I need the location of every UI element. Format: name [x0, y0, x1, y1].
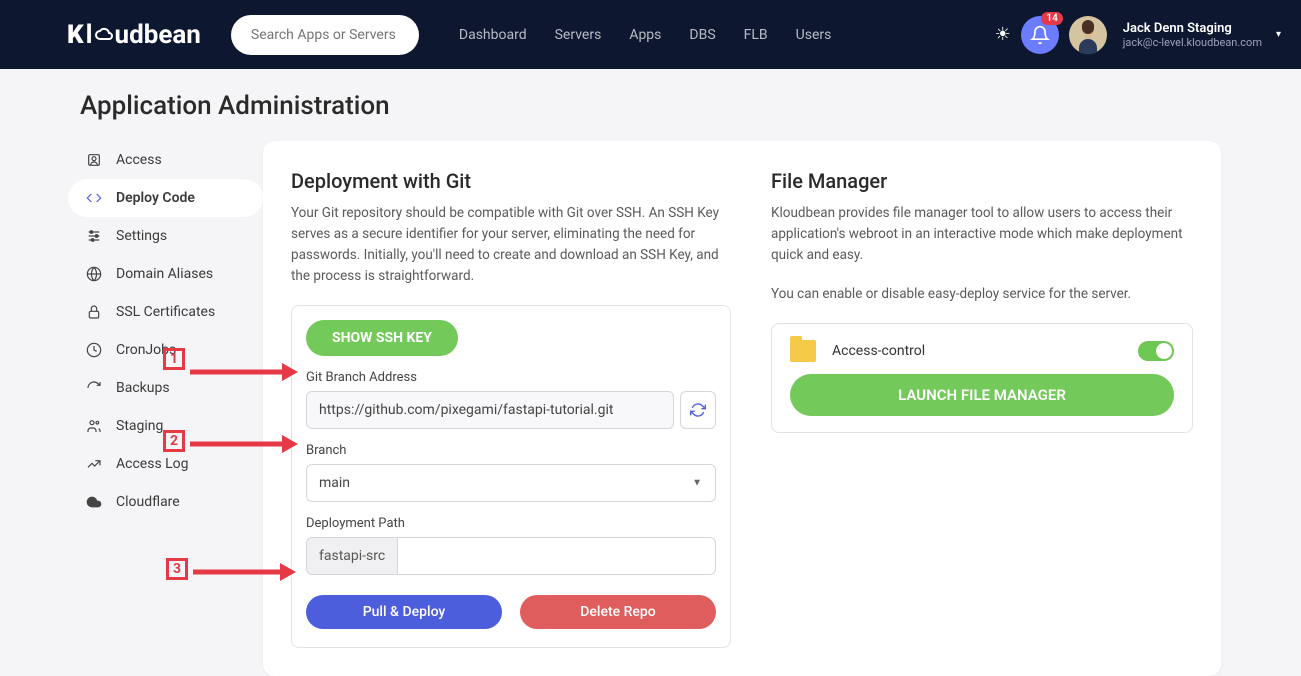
delete-repo-button[interactable]: Delete Repo	[520, 595, 716, 629]
pull-deploy-button[interactable]: Pull & Deploy	[306, 595, 502, 629]
show-ssh-key-button[interactable]: SHOW SSH KEY	[306, 320, 458, 356]
annotation-arrow-1	[190, 363, 298, 381]
nav-apps[interactable]: Apps	[629, 27, 661, 43]
filemgr-title: File Manager	[771, 169, 1193, 193]
filemgr-desc: Kloudbean provides file manager tool to …	[771, 203, 1193, 266]
sidebar-item-domain-aliases[interactable]: Domain Aliases	[68, 255, 263, 293]
deploy-desc: Your Git repository should be compatible…	[291, 203, 731, 287]
nav-dashboard[interactable]: Dashboard	[459, 27, 527, 43]
user-icon	[86, 152, 102, 168]
lock-icon	[86, 304, 102, 320]
staging-icon	[86, 418, 102, 434]
deploy-form: SHOW SSH KEY Git Branch Address Branch m…	[291, 305, 731, 648]
branch-select[interactable]: main	[306, 464, 716, 502]
annotation-box-2: 2	[163, 430, 185, 452]
notifications-button[interactable]: 14	[1021, 16, 1059, 54]
sidebar-item-cloudflare[interactable]: Cloudflare	[68, 483, 263, 521]
sidebar-item-ssl[interactable]: SSL Certificates	[68, 293, 263, 331]
refresh-icon	[690, 402, 706, 418]
nav-servers[interactable]: Servers	[555, 27, 602, 43]
settings-icon	[86, 228, 102, 244]
sidebar: Access Deploy Code Settings Domain Alias…	[68, 141, 263, 676]
deployment-path-input[interactable]	[398, 537, 716, 575]
search-box[interactable]	[231, 15, 419, 55]
sidebar-item-label: Deploy Code	[116, 190, 195, 206]
avatar[interactable]	[1069, 16, 1107, 54]
filemgr-note: You can enable or disable easy-deploy se…	[771, 284, 1193, 305]
user-email: jack@c-level.kloudbean.com	[1123, 36, 1262, 49]
globe-icon	[86, 266, 102, 282]
annotation-box-1: 1	[163, 348, 185, 370]
notification-badge: 14	[1041, 12, 1062, 25]
sidebar-item-label: Backups	[116, 380, 170, 396]
clock-icon	[86, 342, 102, 358]
sidebar-item-deploy-code[interactable]: Deploy Code	[68, 179, 263, 217]
chevron-down-icon[interactable]: ▾	[1276, 29, 1281, 40]
user-info[interactable]: Jack Denn Staging jack@c-level.kloudbean…	[1123, 21, 1262, 49]
annotation-arrow-2	[190, 435, 298, 453]
nav-flb[interactable]: FLB	[744, 27, 768, 43]
logo: Kludbean	[67, 20, 201, 50]
sidebar-item-label: Access Log	[116, 456, 189, 472]
sidebar-item-label: Access	[116, 152, 162, 168]
access-control-toggle[interactable]	[1138, 341, 1174, 361]
deployment-path-prefix: fastapi-src	[306, 537, 398, 575]
app-header: Kludbean Dashboard Servers Apps DBS FLB …	[0, 0, 1301, 69]
user-name: Jack Denn Staging	[1123, 21, 1262, 36]
sidebar-item-label: Domain Aliases	[116, 266, 213, 282]
cloud-icon	[86, 494, 102, 510]
sidebar-item-label: Staging	[116, 418, 163, 434]
bell-icon	[1030, 25, 1050, 45]
git-address-label: Git Branch Address	[306, 370, 716, 385]
sidebar-item-label: Cloudflare	[116, 494, 180, 510]
code-icon	[86, 190, 102, 206]
git-address-input[interactable]	[306, 391, 674, 429]
theme-toggle-icon[interactable]: ☀	[995, 24, 1011, 45]
main-nav: Dashboard Servers Apps DBS FLB Users	[459, 27, 831, 43]
nav-users[interactable]: Users	[796, 27, 832, 43]
main-content: Deployment with Git Your Git repository …	[263, 141, 1221, 676]
backup-icon	[86, 380, 102, 396]
deployment-path-label: Deployment Path	[306, 516, 716, 531]
annotation-arrow-3	[193, 563, 296, 581]
page-title: Application Administration	[0, 69, 1301, 141]
chart-icon	[86, 456, 102, 472]
sidebar-item-settings[interactable]: Settings	[68, 217, 263, 255]
folder-icon	[790, 340, 816, 362]
launch-file-manager-button[interactable]: LAUNCH FILE MANAGER	[790, 374, 1174, 416]
annotation-box-3: 3	[166, 558, 188, 580]
deploy-title: Deployment with Git	[291, 169, 731, 193]
branch-label: Branch	[306, 443, 716, 458]
access-control-label: Access-control	[832, 343, 1122, 359]
refresh-button[interactable]	[680, 391, 716, 429]
search-input[interactable]	[251, 27, 399, 43]
sidebar-item-label: Settings	[116, 228, 167, 244]
sidebar-item-label: SSL Certificates	[116, 304, 215, 320]
nav-dbs[interactable]: DBS	[689, 27, 715, 43]
sidebar-item-access[interactable]: Access	[68, 141, 263, 179]
